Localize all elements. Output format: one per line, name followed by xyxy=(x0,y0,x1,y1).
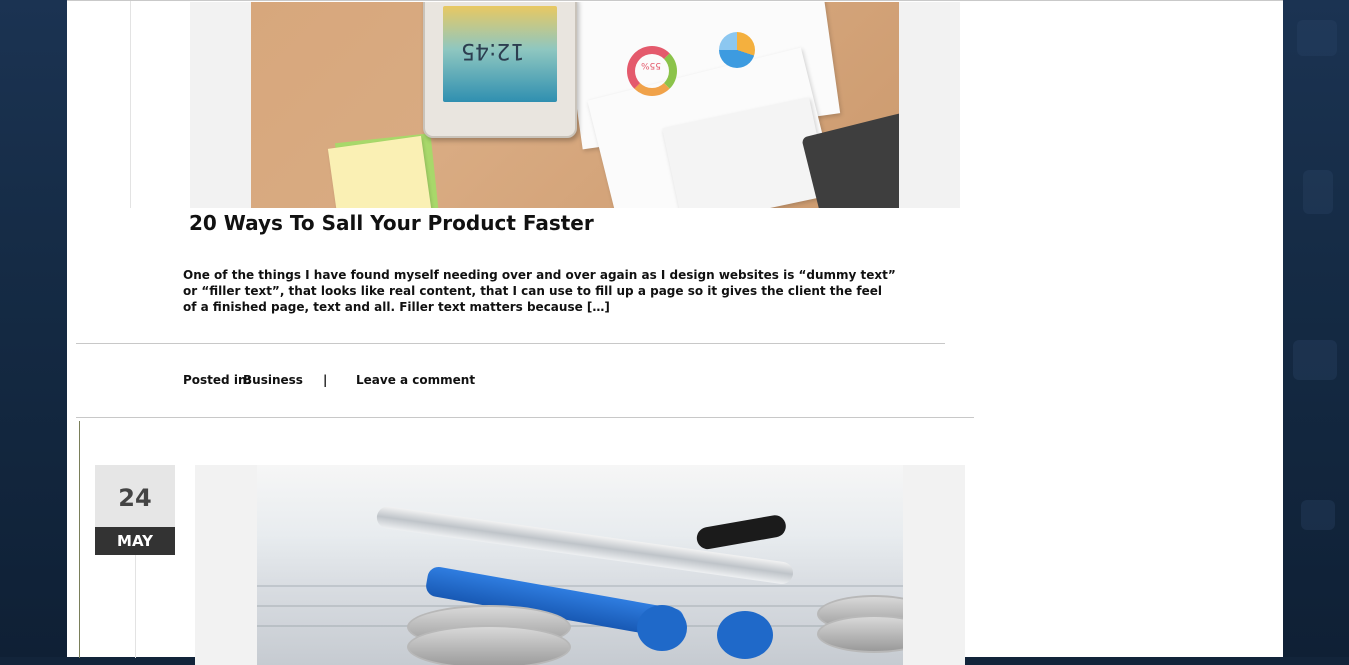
post-divider-line xyxy=(135,555,136,658)
content-area: 12:45 55% 20 Ways To Sall Your Product F… xyxy=(67,0,1283,665)
post-thumbnail-link[interactable] xyxy=(195,465,965,665)
date-day: 24 xyxy=(95,465,175,527)
phone-clock-text: 12:45 xyxy=(461,38,525,63)
category-link[interactable]: Business xyxy=(243,373,303,387)
post-thumbnail-image: 12:45 55% xyxy=(251,2,899,208)
posted-in-label: Posted in: xyxy=(183,373,252,387)
date-month: MAY xyxy=(95,527,175,555)
post-excerpt: One of the things I have found myself ne… xyxy=(183,268,896,314)
post-date-badge: 24 MAY xyxy=(95,465,175,555)
divider xyxy=(76,343,945,344)
post-thumbnail-link[interactable]: 12:45 55% xyxy=(190,2,960,208)
leave-comment-link[interactable]: Leave a comment xyxy=(356,373,475,387)
post-accent-line xyxy=(79,421,80,658)
meta-separator: | xyxy=(323,373,328,387)
post-thumbnail-image xyxy=(257,465,903,665)
divider xyxy=(76,417,974,418)
post-title[interactable]: 20 Ways To Sall Your Product Faster xyxy=(189,211,594,235)
outer-background-left xyxy=(0,0,67,657)
phone-illustration: 12:45 xyxy=(423,2,577,138)
post-divider-line xyxy=(130,1,131,208)
chart-percent-text: 55% xyxy=(641,60,662,70)
outer-background-right xyxy=(1283,0,1349,657)
